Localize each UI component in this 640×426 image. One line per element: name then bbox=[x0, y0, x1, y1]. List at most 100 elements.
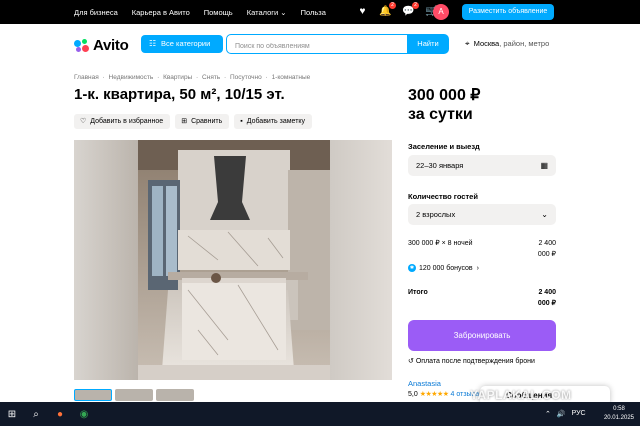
compare-icon: ⊞ bbox=[181, 118, 188, 125]
avito-logo[interactable]: Avito bbox=[74, 37, 129, 54]
book-button[interactable]: Забронировать bbox=[408, 320, 556, 351]
lang-indicator[interactable]: РУС bbox=[572, 410, 586, 418]
dates-field[interactable]: 22–30 января ▦ bbox=[408, 155, 556, 176]
price-block: 300 000 ₽ за сутки bbox=[408, 86, 480, 124]
bonus-coin-icon: ✱ bbox=[408, 264, 416, 272]
payment-note: ↺ Оплата после подтверждения брони bbox=[408, 357, 535, 365]
chevron-down-icon: ⌄ bbox=[280, 7, 287, 17]
top-link-help[interactable]: Помощь bbox=[204, 8, 233, 17]
breadcrumb-daily[interactable]: Посуточно bbox=[230, 74, 262, 81]
all-categories-label: Все категории bbox=[161, 39, 211, 48]
search-button[interactable]: Найти bbox=[407, 34, 449, 54]
breadcrumb-sep: · bbox=[102, 74, 105, 81]
location-city: Москва bbox=[473, 39, 500, 48]
add-note-button[interactable]: ▪ Добавить заметку bbox=[234, 114, 313, 129]
bell-icon[interactable]: 🔔 2 bbox=[379, 2, 396, 18]
breadcrumb-sep: · bbox=[224, 74, 227, 81]
thumbnail-1[interactable] bbox=[74, 389, 112, 401]
thumbnail-strip bbox=[74, 389, 194, 401]
total-value: 2 400 000 ₽ bbox=[537, 289, 556, 307]
location-suffix: , район, метро bbox=[499, 39, 550, 48]
place-ad-button[interactable]: Разместить объявление bbox=[462, 4, 554, 20]
all-categories-button[interactable]: ☷ Все категории bbox=[141, 35, 223, 53]
search-box bbox=[226, 34, 408, 56]
watermark: YAPLAKAL.COM bbox=[470, 388, 572, 402]
guests-select[interactable]: 2 взрослых ⌄ bbox=[408, 204, 556, 225]
taskbar: ⊞ ⌕ ● ◉ ⌃ 🔊 РУС 0:58 20.01.2025 bbox=[0, 402, 640, 426]
speaker-icon[interactable]: 🔊 bbox=[557, 410, 566, 418]
price-unit: за сутки bbox=[408, 106, 473, 123]
guests-label: Количество гостей bbox=[408, 192, 478, 201]
breadcrumb: Главная · Недвижимость · Квартиры · Снят… bbox=[74, 74, 312, 81]
seller-name[interactable]: Anastasia bbox=[408, 379, 441, 388]
history-icon: ↺ bbox=[408, 358, 414, 365]
avatar[interactable]: A bbox=[433, 4, 449, 20]
messages-badge: 2 bbox=[412, 2, 419, 9]
clock-date: 20.01.2025 bbox=[603, 415, 634, 421]
heart-icon[interactable]: ♥ bbox=[356, 5, 369, 18]
main-photo[interactable] bbox=[138, 140, 330, 380]
price-value: 300 000 ₽ bbox=[408, 87, 481, 104]
nights-total: 2 400 000 ₽ bbox=[537, 240, 556, 258]
kitchen-photo bbox=[138, 140, 330, 380]
top-link-catalogs-label: Каталоги bbox=[246, 7, 279, 17]
windows-start-icon[interactable]: ⊞ bbox=[0, 402, 24, 426]
total-label: Итого bbox=[408, 289, 428, 296]
rating-stars: ★★★★★ bbox=[419, 391, 449, 398]
guests-value: 2 взрослых bbox=[416, 210, 456, 219]
bonus-text: 120 000 бонусов bbox=[419, 264, 473, 272]
chevron-right-icon: › bbox=[476, 264, 479, 272]
top-link-business[interactable]: Для бизнеса bbox=[74, 8, 118, 17]
grid-icon: ☷ bbox=[149, 39, 157, 48]
breadcrumb-sep: · bbox=[196, 74, 199, 81]
compare-label: Сравнить bbox=[191, 118, 223, 125]
payment-note-text: Оплата после подтверждения брони bbox=[415, 358, 535, 365]
chat-icon[interactable]: 💬 2 bbox=[402, 2, 419, 18]
total-row: Итого 2 400 000 ₽ bbox=[408, 287, 556, 307]
system-tray: ⌃ 🔊 РУС bbox=[545, 410, 586, 418]
top-link-benefit[interactable]: Польза bbox=[301, 8, 326, 17]
page-title: 1-к. квартира, 50 м², 10/15 эт. bbox=[74, 86, 285, 103]
seller-rating: 5,0 ★★★★★ 4 отзыва bbox=[408, 390, 479, 398]
top-link-career[interactable]: Карьера в Авито bbox=[132, 8, 190, 17]
tray-up-icon[interactable]: ⌃ bbox=[545, 410, 551, 418]
firefox-icon[interactable]: ● bbox=[48, 402, 72, 426]
logo-dots-icon bbox=[74, 38, 90, 53]
breadcrumb-sep: · bbox=[157, 74, 160, 81]
search-input[interactable] bbox=[227, 37, 407, 56]
heart-outline-icon: ♡ bbox=[80, 118, 87, 125]
search-icon[interactable]: ⌕ bbox=[24, 402, 48, 426]
photo-gallery[interactable] bbox=[74, 140, 392, 380]
clock-time: 0:58 bbox=[613, 406, 625, 412]
chevron-down-icon: ⌄ bbox=[541, 210, 548, 219]
top-links: Для бизнеса Карьера в Авито Помощь Катал… bbox=[74, 8, 340, 17]
nights-row: 300 000 ₽ × 8 ночей 2 400 000 ₽ bbox=[408, 238, 556, 258]
bonus-row[interactable]: ✱ 120 000 бонусов › bbox=[408, 264, 479, 272]
dates-label: Заселение и выезд bbox=[408, 142, 480, 151]
breadcrumb-realty[interactable]: Недвижимость bbox=[109, 74, 154, 81]
notifications-badge: 2 bbox=[389, 2, 396, 9]
thumbnail-2[interactable] bbox=[115, 389, 153, 401]
gallery-blur-right bbox=[330, 140, 392, 380]
compare-button[interactable]: ⊞ Сравнить bbox=[175, 114, 230, 129]
location-selector[interactable]: ⌖ Москва, район, метро bbox=[465, 39, 549, 49]
gallery-blur-left bbox=[74, 140, 138, 380]
top-link-catalogs[interactable]: Каталоги ⌄ bbox=[247, 8, 287, 17]
breadcrumb-rent[interactable]: Снять bbox=[202, 74, 220, 81]
top-icons: ♥ 🔔 2 💬 2 🛒 bbox=[356, 2, 438, 18]
breadcrumb-apartments[interactable]: Квартиры bbox=[163, 74, 192, 81]
add-favorite-button[interactable]: ♡ Добавить в избранное bbox=[74, 114, 171, 129]
add-favorite-label: Добавить в избранное bbox=[90, 118, 164, 125]
listing-actions: ♡ Добавить в избранное ⊞ Сравнить ▪ Доба… bbox=[74, 114, 313, 129]
breadcrumb-sep: · bbox=[265, 74, 268, 81]
note-icon: ▪ bbox=[240, 118, 243, 125]
breadcrumb-home[interactable]: Главная bbox=[74, 74, 99, 81]
thumbnail-3[interactable] bbox=[156, 389, 194, 401]
add-note-label: Добавить заметку bbox=[246, 118, 306, 125]
chrome-icon[interactable]: ◉ bbox=[72, 402, 96, 426]
nights-line: 300 000 ₽ × 8 ночей bbox=[408, 240, 473, 247]
calendar-icon: ▦ bbox=[540, 161, 548, 170]
dates-value: 22–30 января bbox=[416, 161, 464, 170]
breadcrumb-1room[interactable]: 1-комнатные bbox=[272, 74, 311, 81]
clock[interactable]: 0:58 20.01.2025 bbox=[604, 405, 634, 423]
